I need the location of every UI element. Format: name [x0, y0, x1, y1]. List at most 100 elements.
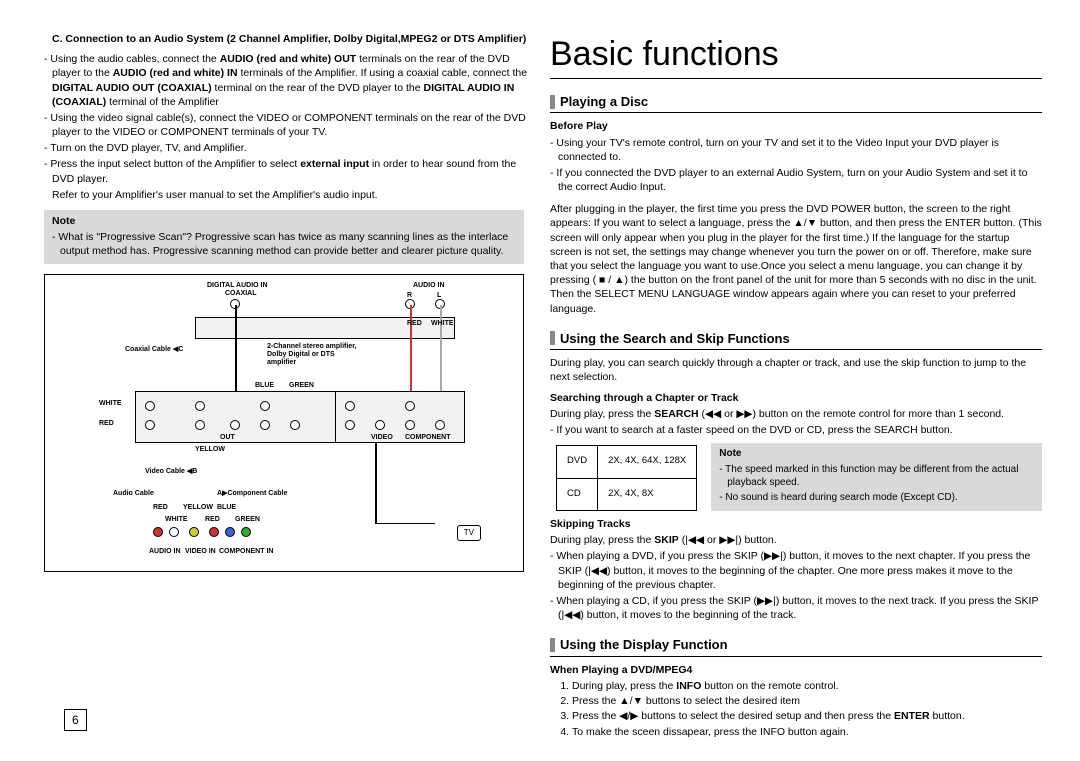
- step-4: To make the sceen dissapear, press the I…: [572, 725, 1042, 739]
- speed-note-1: - The speed marked in this function may …: [719, 463, 1034, 490]
- search-body: During play, press the SEARCH (◀◀ or ▶▶)…: [550, 407, 1042, 421]
- txt: terminal of the Amplifier: [106, 96, 219, 108]
- right-column: Basic functions Playing a Disc Before Pl…: [540, 32, 1052, 741]
- dg-white-lbl2: WHITE: [431, 319, 454, 328]
- dg-red-lbl: RED: [99, 419, 114, 428]
- skip1: - When playing a DVD, if you press the S…: [550, 549, 1042, 592]
- info-bold: INFO: [676, 680, 701, 692]
- txt: terminal on the rear of the DVD player t…: [212, 82, 424, 94]
- txt: C: [178, 346, 183, 353]
- search-skip-heading: Using the Search and Skip Functions: [550, 330, 1042, 351]
- speed-note: Note - The speed marked in this function…: [711, 443, 1042, 511]
- refer-amp-para: Refer to your Amplifier's user manual to…: [38, 188, 530, 202]
- txt: During play, press the: [550, 408, 654, 420]
- heading-text: Using the Display Function: [560, 636, 728, 654]
- txt: terminals of the Amplifier. If using a c…: [238, 67, 528, 79]
- connect-audio-para: - Using the audio cables, connect the AU…: [38, 52, 530, 109]
- dg-red-b: RED: [153, 503, 168, 512]
- note-title: Note: [719, 447, 1034, 461]
- turn-on-para: - Turn on the DVD player, TV, and Amplif…: [38, 141, 530, 155]
- dg-green-b: GREEN: [235, 515, 260, 524]
- dg-plug: [153, 527, 163, 537]
- heading-text: Using the Search and Skip Functions: [560, 330, 790, 348]
- search-bold: SEARCH: [654, 408, 698, 420]
- dg-plug: [189, 527, 199, 537]
- manual-page-spread: C. Connection to an Audio System (2 Chan…: [0, 0, 1080, 761]
- speed-note-2: - No sound is heard during search mode (…: [719, 491, 1034, 505]
- heading-bar-icon: [550, 638, 555, 652]
- txt: (◀◀ or ▶▶) button on the remote control …: [699, 408, 1004, 420]
- dg-blue-b: BLUE: [217, 503, 236, 512]
- dg-white-lbl: WHITE: [99, 399, 122, 408]
- bp-para: After plugging in the player, the first …: [550, 202, 1042, 315]
- dg-video-cable: Video Cable ◀B: [145, 467, 197, 476]
- dg-green-lbl: GREEN: [289, 381, 314, 390]
- skipping-sub: Skipping Tracks: [550, 517, 1042, 531]
- dg-coaxial: COAXIAL: [225, 289, 257, 298]
- cell-cd-speeds: 2X, 4X, 8X: [598, 478, 697, 511]
- left-column: C. Connection to an Audio System (2 Chan…: [28, 32, 540, 741]
- txt: Component Cable: [227, 490, 287, 497]
- connect-video-para: - Using the video signal cable(s), conne…: [38, 111, 530, 139]
- progressive-scan-note: Note - What is "Progressive Scan"? Progr…: [44, 210, 524, 265]
- dg-video: VIDEO: [371, 433, 393, 442]
- txt: B: [192, 468, 197, 475]
- txt: During play, press the: [550, 534, 654, 546]
- dg-red-b2: RED: [205, 515, 220, 524]
- step-2: Press the ▲/▼ buttons to select the desi…: [572, 694, 1042, 708]
- cell-dvd: DVD: [557, 446, 598, 479]
- txt: (|◀◀ or ▶▶|) button.: [679, 534, 777, 546]
- dg-blue-lbl: BLUE: [255, 381, 274, 390]
- dg-video-in-lbl: VIDEO IN: [185, 547, 216, 556]
- audio-out-bold: AUDIO (red and white) OUT: [220, 53, 357, 65]
- txt: Press the ◀/▶ buttons to select the desi…: [572, 710, 894, 722]
- before-play-sub: Before Play: [550, 119, 1042, 133]
- page-number: 6: [64, 709, 87, 731]
- dg-white-b: WHITE: [165, 515, 188, 524]
- dig-out-bold: DIGITAL AUDIO OUT (COAXIAL): [52, 82, 212, 94]
- dg-red-lbl2: RED: [407, 319, 422, 328]
- step-3: Press the ◀/▶ buttons to select the desi…: [572, 709, 1042, 723]
- txt: Coaxial Cable: [125, 346, 171, 353]
- heading-bar-icon: [550, 331, 555, 345]
- bp1: - Using your TV's remote control, turn o…: [550, 136, 1042, 164]
- txt: Video Cable: [145, 468, 185, 475]
- dg-plug: [209, 527, 219, 537]
- skip-press: During play, press the SKIP (|◀◀ or ▶▶|)…: [550, 533, 1042, 547]
- enter-bold: ENTER: [894, 710, 930, 722]
- table-row: CD 2X, 4X, 8X: [557, 478, 697, 511]
- dg-component-cable: A▶Component Cable: [217, 489, 287, 498]
- dg-component-in-lbl: COMPONENT IN: [219, 547, 273, 556]
- txt: button.: [930, 710, 965, 722]
- dg-out: OUT: [220, 433, 235, 442]
- dg-tv-line: [375, 443, 377, 523]
- table-row: DVD 2X, 4X, 64X, 128X: [557, 446, 697, 479]
- dg-coax-cable: Coaxial Cable ◀C: [125, 345, 183, 354]
- heading-text: Playing a Disc: [560, 93, 648, 111]
- step-1: During play, press the INFO button on th…: [572, 679, 1042, 693]
- dg-audio-in: AUDIO IN: [413, 281, 445, 290]
- searching-sub: Searching through a Chapter or Track: [550, 391, 1042, 405]
- cell-cd: CD: [557, 478, 598, 511]
- dg-tv-label: TV: [457, 525, 481, 542]
- txt: A: [217, 490, 222, 497]
- bp2: - If you connected the DVD player to an …: [550, 166, 1042, 194]
- txt: button on the remote control.: [701, 680, 838, 692]
- dg-audio-in-lbl: AUDIO IN: [149, 547, 181, 556]
- dg-plug: [169, 527, 179, 537]
- dg-plug: [241, 527, 251, 537]
- dg-component: COMPONENT: [405, 433, 451, 442]
- txt: - Press the input select button of the A…: [44, 158, 300, 170]
- connection-diagram: DIGITAL AUDIO IN COAXIAL AUDIO IN R L 2-…: [44, 274, 524, 572]
- dg-amp-desc: 2-Channel stereo amplifier, Dolby Digita…: [267, 343, 357, 366]
- dg-yellow-b: YELLOW: [183, 503, 213, 512]
- heading-bar-icon: [550, 95, 555, 109]
- cell-dvd-speeds: 2X, 4X, 64X, 128X: [598, 446, 697, 479]
- display-steps: During play, press the INFO button on th…: [550, 679, 1042, 739]
- txt: During play, press the: [572, 680, 676, 692]
- dg-plug: [225, 527, 235, 537]
- section-c-heading: C. Connection to an Audio System (2 Chan…: [38, 32, 530, 46]
- when-playing-sub: When Playing a DVD/MPEG4: [550, 663, 1042, 677]
- search-body2: - If you want to search at a faster spee…: [550, 423, 1042, 437]
- audio-in-bold: AUDIO (red and white) IN: [113, 67, 238, 79]
